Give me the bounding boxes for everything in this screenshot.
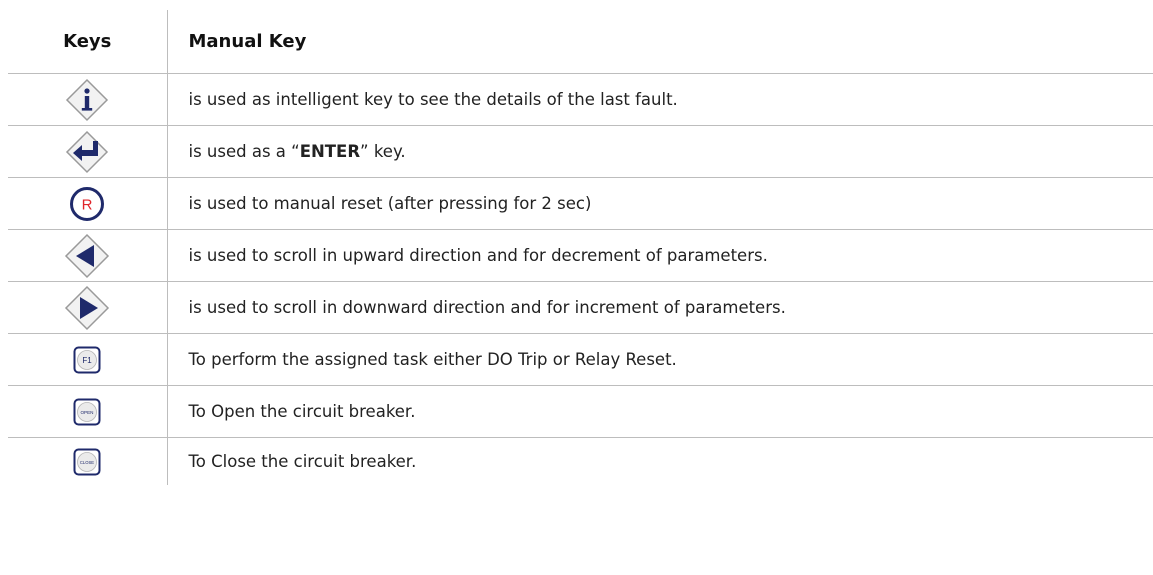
table-row: is used as intelligent key to see the de… (8, 73, 1153, 126)
open-key-icon: OPEN (73, 398, 101, 426)
key-description: To perform the assigned task either DO T… (166, 333, 1153, 386)
table-row: OPEN To Open the circuit breaker. (8, 385, 1153, 438)
desc-text: ” key. (360, 142, 406, 161)
desc-text: is used as a “ (188, 142, 300, 161)
left-arrow-key-icon (64, 233, 110, 279)
keys-column-header: Keys (8, 10, 168, 74)
header-row: Keys Manual Key (8, 10, 1153, 74)
table-row: F1 To perform the assigned task either D… (8, 333, 1153, 386)
table-row: R is used to manual reset (after pressin… (8, 177, 1153, 230)
enter-emphasis: ENTER (299, 142, 361, 161)
key-description: To Open the circuit breaker. (166, 385, 1153, 438)
enter-key-icon (65, 130, 109, 174)
f1-key-icon: F1 (73, 346, 101, 374)
table-row: CLOSE To Close the circuit breaker. (8, 437, 1153, 485)
info-key-icon (65, 78, 109, 122)
right-arrow-key-icon (64, 285, 110, 331)
open-key-label: OPEN (81, 409, 94, 414)
table-row: is used to scroll in downward direction … (8, 281, 1153, 334)
key-description: To Close the circuit breaker. (166, 437, 1153, 485)
manual-key-column-header: Manual Key (166, 10, 1153, 74)
key-description: is used to scroll in downward direction … (166, 281, 1153, 334)
reset-key-icon: R (69, 186, 105, 222)
keys-table: Keys Manual Key is used as intelligent k… (8, 10, 1153, 485)
key-description: is used as a “ENTER” key. (166, 125, 1153, 178)
key-description: is used as intelligent key to see the de… (166, 73, 1153, 126)
table-row: is used as a “ENTER” key. (8, 125, 1153, 178)
f1-key-label: F1 (83, 356, 93, 365)
reset-key-label: R (82, 196, 93, 213)
key-description: is used to scroll in upward direction an… (166, 229, 1153, 282)
close-key-label: CLOSE (80, 459, 94, 464)
key-description: is used to manual reset (after pressing … (166, 177, 1153, 230)
close-key-icon: CLOSE (73, 448, 101, 476)
table-row: is used to scroll in upward direction an… (8, 229, 1153, 282)
